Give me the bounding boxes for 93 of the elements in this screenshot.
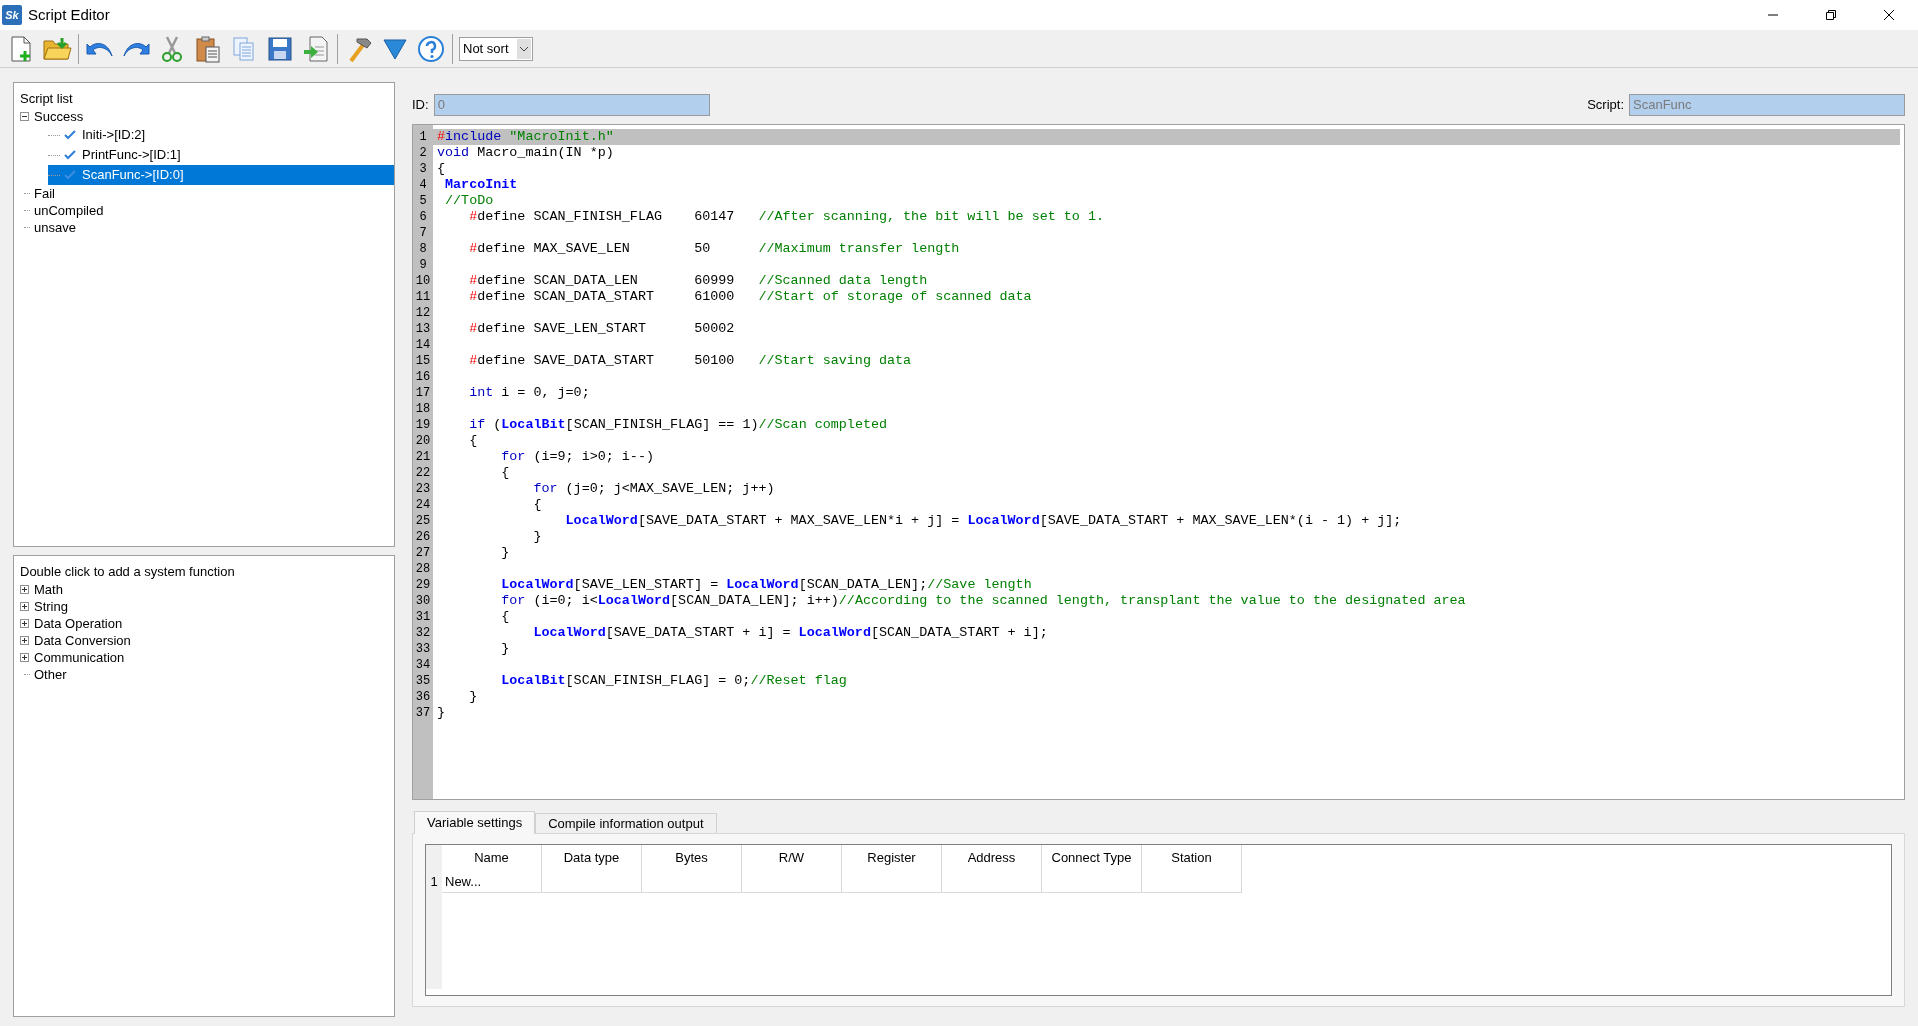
line-number: 8 [418, 241, 428, 257]
code-line: { [437, 161, 446, 176]
sort-dropdown[interactable]: Not sort [459, 36, 533, 61]
code-line: LocalWord[SAVE_DATA_START + i] = LocalWord[SCAN_DATA_START + i]; [532, 625, 1048, 640]
table-cell[interactable]: New... [442, 871, 542, 893]
code-line: void Macro_main(IN *p) [437, 145, 614, 160]
line-number: 27 [414, 545, 432, 561]
code-line: for (i=0; i<LocalWord[SCAN_DATA_LEN]; i++)//According to the scanned length, transplant the value to the designated area [500, 593, 1466, 608]
code-line: } [437, 705, 446, 720]
code-line: #define SAVE_LEN_START 50002 [468, 321, 735, 336]
tree-item[interactable]: Success [33, 106, 85, 127]
line-number: 13 [414, 321, 432, 337]
expand-icon[interactable] [20, 636, 29, 645]
code-line: if (LocalBit[SCAN_FINISH_FLAG] == 1)//Scan completed [468, 417, 888, 432]
code-line: LocalBit[SCAN_FINISH_FLAG] = 0;//Reset flag [500, 673, 847, 688]
code-line: //ToDo [444, 193, 494, 208]
line-number: 36 [414, 689, 432, 705]
line-number: 1 [418, 129, 428, 145]
field-label: Script: [1587, 96, 1624, 115]
code-line: } [468, 689, 478, 704]
code-line: { [500, 609, 510, 624]
line-number: 11 [414, 289, 432, 305]
window-title: Script Editor [28, 4, 110, 25]
row-number: 1 [426, 871, 442, 893]
line-number: 16 [414, 369, 432, 385]
corner-header [426, 845, 442, 871]
code-line: LocalWord[SAVE_DATA_START + MAX_SAVE_LEN*i + j] = LocalWord[SAVE_DATA_START + MAX_SAVE_LEN*(i - 1) + j]; [564, 513, 1402, 528]
line-number: 4 [418, 177, 428, 193]
tab[interactable]: Variable settings [414, 811, 536, 834]
line-number: 14 [414, 337, 432, 353]
line-number: 26 [414, 529, 432, 545]
code-line: LocalWord[SAVE_LEN_START] = LocalWord[SCAN_DATA_LEN];//Save length [500, 577, 1032, 592]
line-number: 22 [414, 465, 432, 481]
code-line: } [532, 529, 542, 544]
selected-row[interactable]: ScanFunc->[ID:0] [48, 165, 394, 185]
line-number: 23 [414, 481, 432, 497]
code-editor[interactable] [412, 124, 1905, 800]
close-icon [1883, 9, 1895, 21]
line-number: 31 [414, 609, 432, 625]
expand-icon[interactable] [20, 585, 29, 594]
line-number: 18 [414, 401, 432, 417]
tree-item[interactable]: ScanFunc->[ID:0] [82, 165, 184, 185]
code-line: #define SCAN_FINISH_FLAG 60147 //After scanning, the bit will be set to 1. [468, 209, 1104, 224]
line-number: 28 [414, 561, 432, 577]
line-number: 25 [414, 513, 432, 529]
line-number: 6 [418, 209, 428, 225]
line-number: 10 [414, 273, 432, 289]
code-line: int i = 0, j=0; [468, 385, 590, 400]
code-line: } [500, 545, 510, 560]
line-number: 24 [414, 497, 432, 513]
line-number: 32 [414, 625, 432, 641]
line-number: 35 [414, 673, 432, 689]
line-number: 29 [414, 577, 432, 593]
line-number: 2 [418, 145, 428, 161]
expand-icon[interactable] [20, 602, 29, 611]
line-number: 12 [414, 305, 432, 321]
code-line: #define SAVE_DATA_START 50100 //Start saving data [468, 353, 912, 368]
panel-title: Double click to add a system function [20, 563, 236, 579]
line-number: 30 [414, 593, 432, 609]
code-line: #define MAX_SAVE_LEN 50 //Maximum transfer length [468, 241, 960, 256]
code-line: for (i=9; i>0; i--) [500, 449, 654, 464]
expand-icon[interactable] [20, 619, 29, 628]
line-number: 20 [414, 433, 432, 449]
line-number: 7 [418, 225, 428, 241]
line-number: 3 [418, 161, 428, 177]
line-number: 34 [414, 657, 432, 673]
code-line: #define SCAN_DATA_START 61000 //Start of storage of scanned data [468, 289, 1032, 304]
code-line: for (j=0; j<MAX_SAVE_LEN; j++) [532, 481, 775, 496]
chevron-icon [517, 38, 531, 59]
tree-item[interactable]: Initi->[ID:2] [82, 125, 146, 145]
tree-item[interactable]: PrintFunc->[ID:1] [82, 145, 181, 165]
expand-icon[interactable] [20, 653, 29, 662]
app-logo: Sk [2, 5, 22, 25]
code-line: { [500, 465, 510, 480]
line-number: 17 [414, 385, 432, 401]
collapse-icon[interactable] [20, 112, 29, 121]
line-number: 19 [414, 417, 432, 433]
code-line: } [500, 641, 510, 656]
code-line: { [468, 433, 478, 448]
restore-icon [1825, 9, 1837, 21]
tab[interactable]: Compile information output [535, 813, 717, 833]
line-number: 37 [414, 705, 432, 721]
line-number: 5 [418, 193, 428, 209]
panel-title: Script list [20, 90, 74, 106]
code-line: MarcoInit [444, 177, 518, 192]
line-number: 33 [414, 641, 432, 657]
line-number: 9 [418, 257, 428, 273]
code-line: #include "MacroInit.h" [437, 129, 614, 144]
field-label: ID: [412, 96, 429, 115]
line-number: 15 [414, 353, 432, 369]
code-line: #define SCAN_DATA_LEN 60999 //Scanned data length [468, 273, 928, 288]
code-line: { [532, 497, 542, 512]
line-number: 21 [414, 449, 432, 465]
